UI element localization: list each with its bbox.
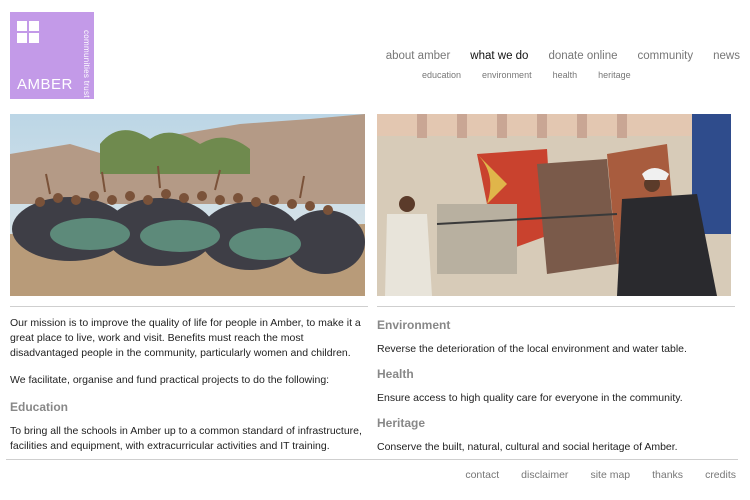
nav-what-we-do[interactable]: what we do — [470, 50, 528, 62]
subnav-environment[interactable]: environment — [482, 70, 532, 80]
education-text: To bring all the schools in Amber up to … — [10, 425, 362, 452]
projects-column: Environment Reverse the deterioration of… — [377, 318, 732, 465]
sub-nav: education environment health heritage — [422, 70, 631, 80]
footer-credits[interactable]: credits — [705, 469, 736, 481]
environment-text: Reverse the deterioration of the local e… — [377, 343, 687, 355]
heritage-text: Conserve the built, natural, cultural an… — [377, 441, 678, 453]
footer-disclaimer[interactable]: disclaimer — [521, 469, 568, 481]
logo-tagline: communities trust — [82, 30, 91, 98]
heritage-heading: Heritage — [377, 416, 426, 430]
nav-about-amber[interactable]: about amber — [386, 50, 451, 62]
nav-news[interactable]: news — [713, 50, 740, 62]
mural-photo — [377, 114, 731, 296]
mission-text: Our mission is to improve the quality of… — [10, 317, 361, 359]
content-divider-left — [10, 306, 368, 307]
footer-divider — [6, 459, 738, 460]
schoolchildren-photo — [10, 114, 365, 296]
nav-community[interactable]: community — [638, 50, 694, 62]
logo-grid-icon — [17, 21, 39, 43]
environment-section: Environment Reverse the deterioration of… — [377, 318, 732, 357]
amber-logo[interactable]: AMBER communities trust — [10, 12, 94, 99]
footer-contact[interactable]: contact — [465, 469, 499, 481]
facilitate-text: We facilitate, organise and fund practic… — [10, 374, 330, 386]
nav-donate-online[interactable]: donate online — [548, 50, 617, 62]
logo-wordmark: AMBER — [17, 76, 73, 93]
health-section: Health Ensure access to high quality car… — [377, 367, 732, 406]
mission-column: Our mission is to improve the quality of… — [10, 316, 365, 466]
main-nav: about amber what we do donate online com… — [386, 50, 740, 62]
content-divider-right — [377, 306, 735, 307]
subnav-heritage[interactable]: heritage — [598, 70, 631, 80]
footer-nav: contact disclaimer site map thanks credi… — [465, 469, 736, 481]
environment-heading: Environment — [377, 318, 451, 332]
subnav-education[interactable]: education — [422, 70, 461, 80]
heritage-section: Heritage Conserve the built, natural, cu… — [377, 416, 732, 455]
health-text: Ensure access to high quality care for e… — [377, 392, 683, 404]
footer-thanks[interactable]: thanks — [652, 469, 683, 481]
health-heading: Health — [377, 367, 414, 381]
footer-site-map[interactable]: site map — [590, 469, 630, 481]
education-heading: Education — [10, 400, 69, 414]
subnav-health[interactable]: health — [553, 70, 578, 80]
